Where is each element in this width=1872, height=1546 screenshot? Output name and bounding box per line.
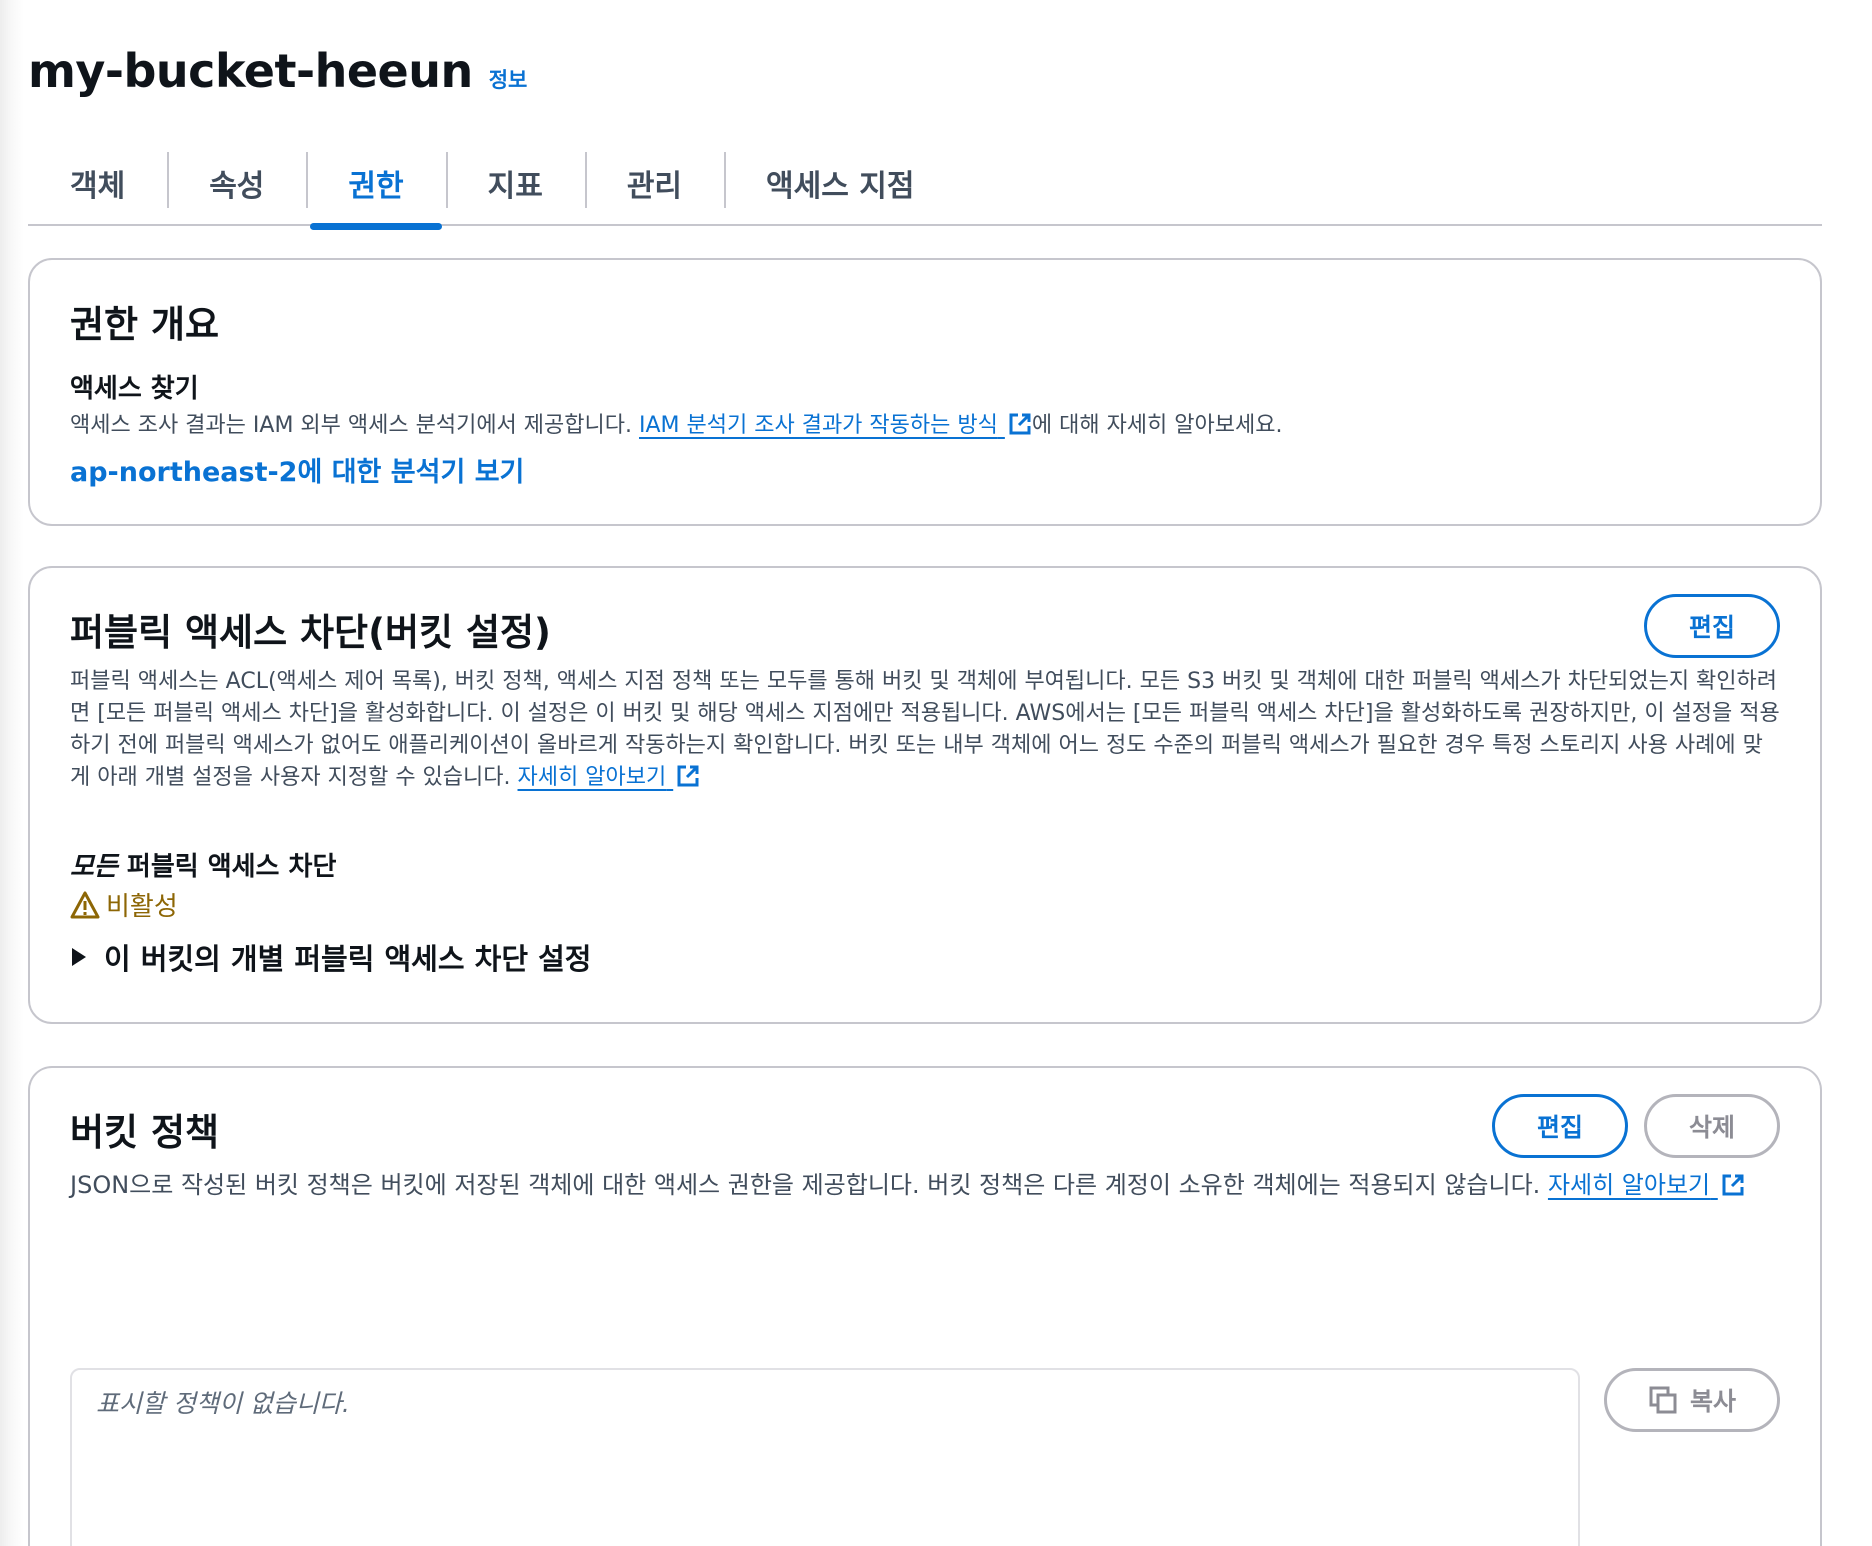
- access-findings-description: 액세스 조사 결과는 IAM 외부 액세스 분석기에서 제공합니다. IAM 분…: [70, 413, 1283, 438]
- status-badge: 비활성: [70, 886, 178, 923]
- learn-more-link[interactable]: 자세히 알아보기: [518, 765, 701, 790]
- delete-button[interactable]: 삭제: [1644, 1094, 1780, 1158]
- info-link[interactable]: 정보: [489, 64, 528, 94]
- tab-metrics[interactable]: 지표: [445, 140, 585, 226]
- bucket-policy-description: JSON으로 작성된 버킷 정책은 버킷에 저장된 객체에 대한 액세스 권한을…: [70, 1166, 1782, 1204]
- s3-bucket-permissions-page: my-bucket-heeun 정보 객체 속성 권한 지표 관리 액세스 지점…: [0, 0, 1872, 1546]
- warning-icon: [70, 891, 100, 918]
- bucket-policy-card: 버킷 정책 편집 삭제 JSON으로 작성된 버킷 정책은 버킷에 저장된 객체…: [28, 1066, 1822, 1546]
- caret-right-icon: [72, 948, 86, 966]
- card-title: 버킷 정책: [70, 1111, 220, 1154]
- external-link-icon: [677, 765, 699, 787]
- policy-viewer[interactable]: 표시할 정책이 없습니다.: [70, 1368, 1580, 1546]
- policy-empty-text: 표시할 정책이 없습니다.: [96, 1389, 350, 1418]
- external-link-icon: [1722, 1174, 1744, 1196]
- page-header: my-bucket-heeun 정보: [28, 44, 527, 98]
- tab-permissions[interactable]: 권한: [306, 140, 445, 230]
- block-all-label: 모든 퍼블릭 액세스 차단: [70, 852, 337, 882]
- tab-objects[interactable]: 객체: [28, 140, 167, 226]
- copy-button[interactable]: 복사: [1604, 1368, 1780, 1432]
- access-findings-title: 액세스 찾기: [70, 374, 199, 404]
- edit-button[interactable]: 편집: [1492, 1094, 1628, 1158]
- iam-analyzer-link[interactable]: IAM 분석기 조사 결과가 작동하는 방식: [639, 413, 1032, 438]
- external-link-icon: [1009, 413, 1031, 435]
- tab-access-points[interactable]: 액세스 지점: [724, 140, 956, 226]
- tab-management[interactable]: 관리: [584, 140, 724, 226]
- card-title: 퍼블릭 액세스 차단(버킷 설정): [70, 611, 551, 654]
- learn-more-link[interactable]: 자세히 알아보기: [1548, 1171, 1745, 1199]
- individual-settings-expander[interactable]: 이 버킷의 개별 퍼블릭 액세스 차단 설정: [70, 936, 591, 978]
- copy-icon: [1649, 1386, 1677, 1414]
- edit-button[interactable]: 편집: [1644, 594, 1780, 658]
- card-title: 권한 개요: [70, 303, 220, 346]
- page-title: my-bucket-heeun: [28, 44, 473, 98]
- tab-properties[interactable]: 속성: [167, 140, 306, 226]
- block-public-access-description: 퍼블릭 액세스는 ACL(액세스 제어 목록), 버킷 정책, 액세스 지점 정…: [70, 669, 1780, 790]
- tab-bar: 객체 속성 권한 지표 관리 액세스 지점: [28, 140, 1822, 230]
- block-public-access-card: 퍼블릭 액세스 차단(버킷 설정) 편집 퍼블릭 액세스는 ACL(액세스 제어…: [28, 566, 1822, 1024]
- view-analyzer-link[interactable]: ap-northeast-2에 대한 분석기 보기: [70, 450, 524, 489]
- permissions-overview-card: 권한 개요 액세스 찾기 액세스 조사 결과는 IAM 외부 액세스 분석기에서…: [28, 258, 1822, 526]
